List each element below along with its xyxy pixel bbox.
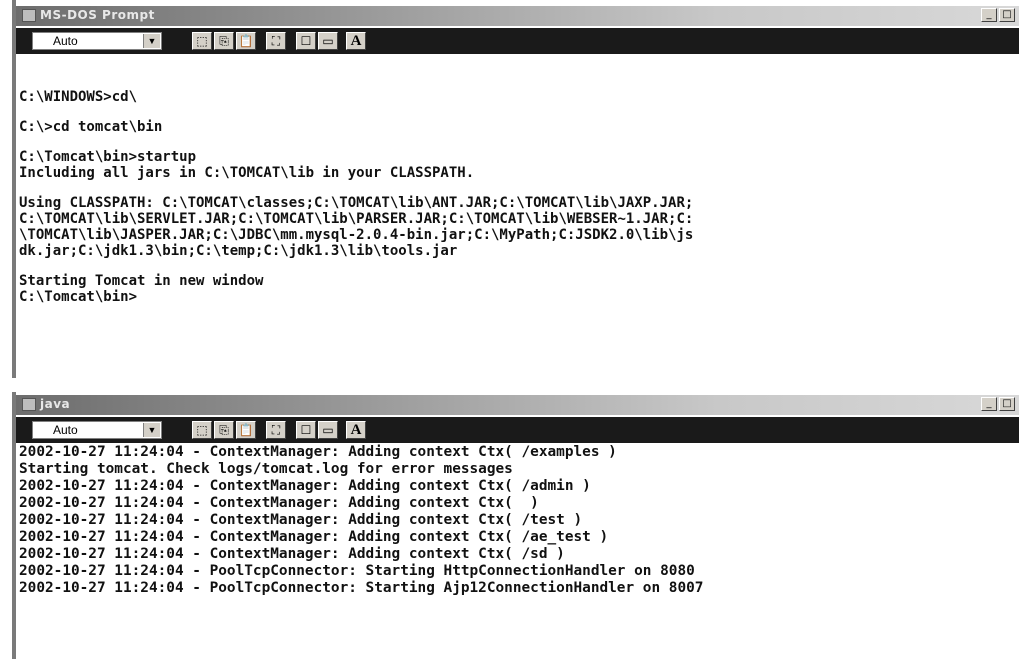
console-line: 2002-10-27 11:24:04 - PoolTcpConnector: … — [19, 563, 695, 579]
console-line: Starting Tomcat in new window — [19, 273, 264, 289]
window-title: MS-DOS Prompt — [40, 8, 155, 22]
properties-icon[interactable]: ☐ — [296, 32, 316, 50]
console-line: Using CLASSPATH: C:\TOMCAT\classes;C:\TO… — [19, 195, 694, 211]
minimize-button[interactable]: _ — [981, 8, 997, 22]
chevron-down-icon[interactable]: ▼ — [143, 34, 160, 48]
background-icon[interactable]: ▭ — [318, 32, 338, 50]
window-title: java — [40, 397, 71, 411]
console-line: C:\Tomcat\bin> — [19, 289, 138, 305]
copy-icon[interactable]: ⎘ — [214, 421, 234, 439]
msdos-prompt-window: MS-DOS Prompt _ □ Auto ▼ ⬚ ⎘ 📋 ⛶ ☐ ▭ A C… — [12, 0, 1019, 378]
toolbar: Auto ▼ ⬚ ⎘ 📋 ⛶ ☐ ▭ A — [16, 28, 1019, 54]
console-line: C:\>cd tomcat\bin — [19, 119, 163, 135]
window-gap — [12, 378, 1019, 392]
properties-icon[interactable]: ☐ — [296, 421, 316, 439]
chevron-down-icon[interactable]: ▼ — [143, 423, 160, 437]
console-line: Starting tomcat. Check logs/tomcat.log f… — [19, 461, 513, 477]
console-line: \TOMCAT\lib\JASPER.JAR;C:\JDBC\mm.mysql-… — [19, 227, 694, 243]
console-line: 2002-10-27 11:24:04 - ContextManager: Ad… — [19, 529, 609, 545]
mark-icon[interactable]: ⬚ — [192, 32, 212, 50]
msdos-icon — [22, 398, 36, 411]
console-line: 2002-10-27 11:24:04 - ContextManager: Ad… — [19, 512, 583, 528]
mark-icon[interactable]: ⬚ — [192, 421, 212, 439]
window-controls: _ □ — [981, 397, 1015, 411]
console-line: 2002-10-27 11:24:04 - PoolTcpConnector: … — [19, 580, 704, 596]
title-bar[interactable]: java _ □ — [16, 395, 1019, 415]
console-line: Including all jars in C:\TOMCAT\lib in y… — [19, 165, 475, 181]
copy-icon[interactable]: ⎘ — [214, 32, 234, 50]
font-icon[interactable]: A — [346, 421, 366, 439]
maximize-button[interactable]: □ — [999, 397, 1015, 411]
font-size-value: Auto — [53, 423, 78, 437]
java-console-window: java _ □ Auto ▼ ⬚ ⎘ 📋 ⛶ ☐ ▭ A 2002-10-27… — [12, 392, 1019, 659]
console-line: C:\Tomcat\bin>startup — [19, 149, 197, 165]
fullscreen-icon[interactable]: ⛶ — [266, 421, 286, 439]
fullscreen-icon[interactable]: ⛶ — [266, 32, 286, 50]
font-size-select[interactable]: Auto ▼ — [32, 32, 162, 50]
console-line: 2002-10-27 11:24:04 - ContextManager: Ad… — [19, 444, 617, 460]
window-controls: _ □ — [981, 8, 1015, 22]
console-line: C:\TOMCAT\lib\SERVLET.JAR;C:\TOMCAT\lib\… — [19, 211, 694, 227]
font-size-value: Auto — [53, 34, 78, 48]
font-icon[interactable]: A — [346, 32, 366, 50]
console-line: 2002-10-27 11:24:04 - ContextManager: Ad… — [19, 495, 539, 511]
console-line: 2002-10-27 11:24:04 - ContextManager: Ad… — [19, 478, 591, 494]
console-output[interactable]: 2002-10-27 11:24:04 - ContextManager: Ad… — [16, 443, 1019, 659]
maximize-button[interactable]: □ — [999, 8, 1015, 22]
console-line: 2002-10-27 11:24:04 - ContextManager: Ad… — [19, 546, 565, 562]
console-output[interactable]: C:\WINDOWS>cd\ C:\>cd tomcat\bin C:\Tomc… — [16, 54, 1019, 378]
paste-icon[interactable]: 📋 — [236, 32, 256, 50]
console-line: dk.jar;C:\jdk1.3\bin;C:\temp;C:\jdk1.3\l… — [19, 243, 458, 259]
console-line: C:\WINDOWS>cd\ — [19, 89, 138, 105]
font-size-select[interactable]: Auto ▼ — [32, 421, 162, 439]
msdos-icon — [22, 9, 36, 22]
title-bar[interactable]: MS-DOS Prompt _ □ — [16, 6, 1019, 26]
minimize-button[interactable]: _ — [981, 397, 997, 411]
paste-icon[interactable]: 📋 — [236, 421, 256, 439]
background-icon[interactable]: ▭ — [318, 421, 338, 439]
toolbar: Auto ▼ ⬚ ⎘ 📋 ⛶ ☐ ▭ A — [16, 417, 1019, 443]
